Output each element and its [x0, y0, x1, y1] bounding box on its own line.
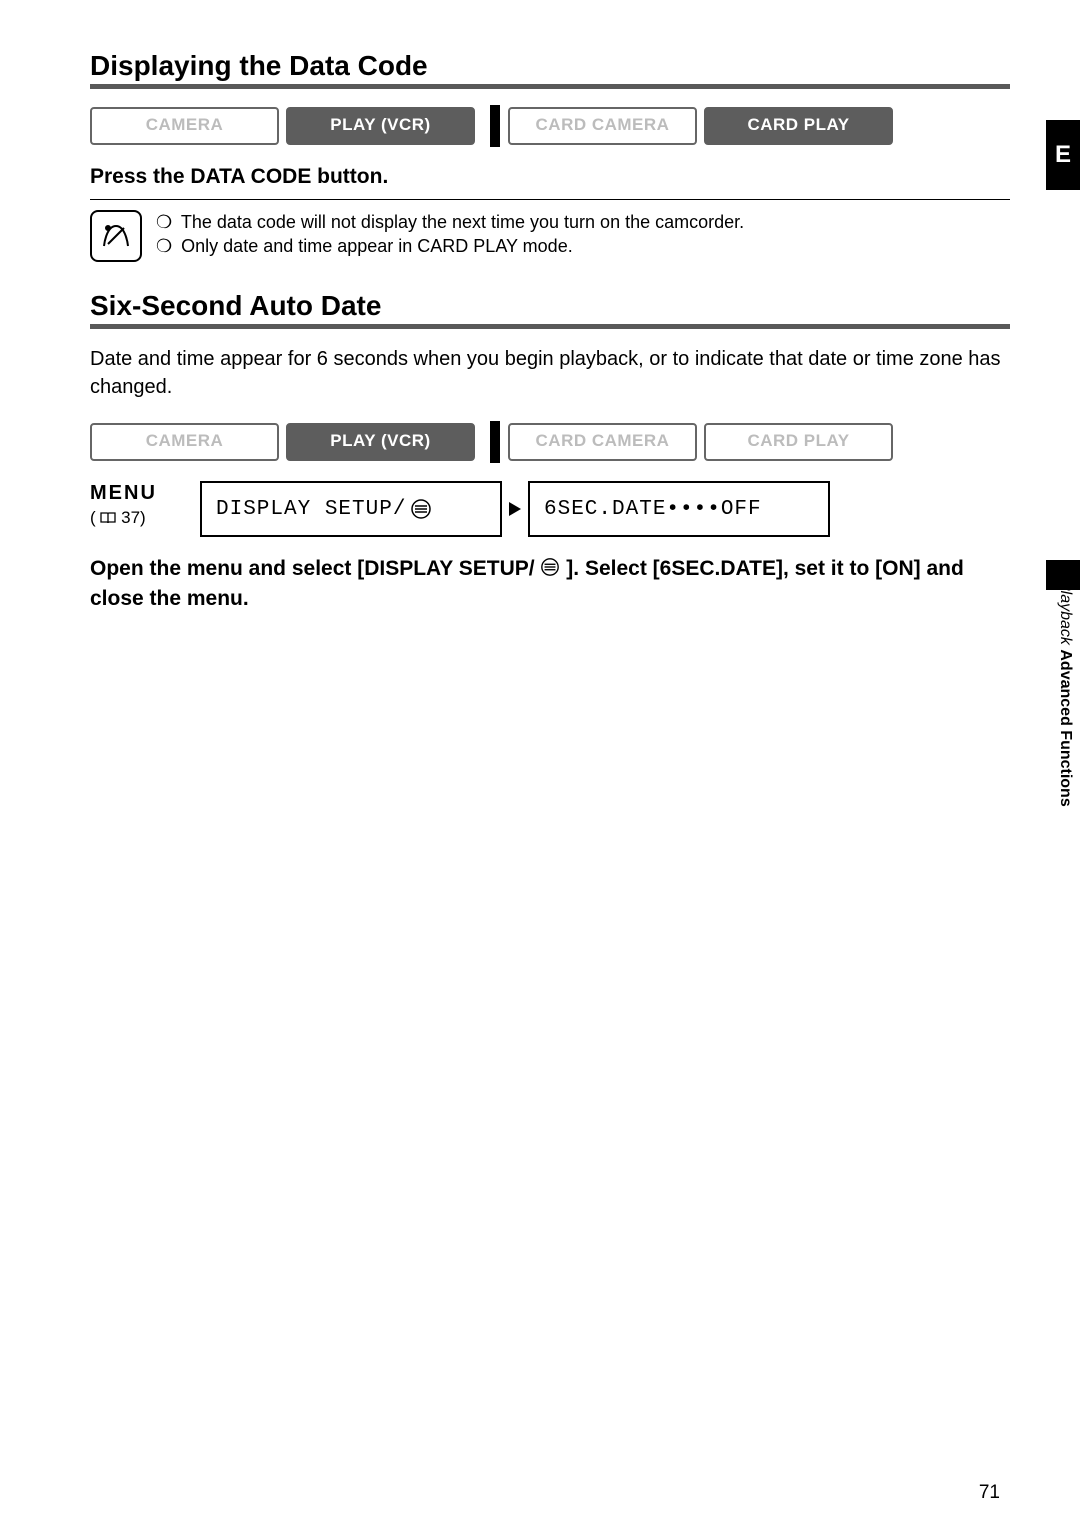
- menu-label: MENU ( 37): [90, 481, 200, 537]
- mode-separator: [490, 105, 500, 147]
- note-icon: [90, 210, 142, 262]
- menu-box-6sec-date: 6SEC.DATE••••OFF: [528, 481, 830, 537]
- thin-rule: [90, 199, 1010, 200]
- side-label-bold: Advanced Functions: [1057, 649, 1074, 806]
- menu-arrow-icon: [502, 481, 528, 537]
- mode-card-camera: CARD CAMERA: [508, 107, 697, 145]
- book-icon: [100, 511, 116, 525]
- instruction-press-data-code: Press the DATA CODE button.: [90, 165, 1010, 189]
- mode-play-vcr: PLAY (VCR): [286, 107, 475, 145]
- side-tab-label: E: [1055, 141, 1071, 169]
- note-block: ❍ The data code will not display the nex…: [90, 210, 1010, 262]
- menu-item-1-text: DISPLAY SETUP/: [216, 498, 406, 521]
- heading-rule-2: [90, 324, 1010, 329]
- note-1-text: The data code will not display the next …: [181, 212, 744, 232]
- section2-desc: Date and time appear for 6 seconds when …: [90, 345, 1010, 401]
- mode-separator-2: [490, 421, 500, 463]
- mode-camera: CAMERA: [90, 107, 279, 145]
- side-tab-e: E: [1046, 120, 1080, 190]
- heading-displaying-data-code: Displaying the Data Code: [90, 50, 1010, 82]
- menu-item-2-text: 6SEC.DATE••••OFF: [544, 498, 762, 521]
- mode-camera-2: CAMERA: [90, 423, 279, 461]
- display-setup-icon-inline: [540, 559, 566, 582]
- note-2-text: Only date and time appear in CARD PLAY m…: [181, 236, 573, 256]
- menu-box-display-setup: DISPLAY SETUP/: [200, 481, 502, 537]
- mode-card-camera-2: CARD CAMERA: [508, 423, 697, 461]
- heading-six-second-auto-date: Six-Second Auto Date: [90, 290, 1010, 322]
- heading-rule: [90, 84, 1010, 89]
- note-1: ❍ The data code will not display the nex…: [156, 210, 744, 234]
- mode-card-play-2: CARD PLAY: [704, 423, 893, 461]
- note-2: ❍ Only date and time appear in CARD PLAY…: [156, 234, 744, 258]
- menu-ref-number: 37: [121, 508, 140, 527]
- mode-card-play: CARD PLAY: [704, 107, 893, 145]
- menu-row: MENU ( 37) DISPLAY SETUP/: [90, 481, 1010, 537]
- mode-bar-1: CAMERA PLAY (VCR) CARD CAMERA CARD PLAY: [90, 105, 1010, 147]
- page-number: 71: [979, 1482, 1000, 1504]
- side-label: Playback Advanced Functions: [1056, 580, 1074, 807]
- display-setup-icon: [410, 498, 432, 520]
- note-list: ❍ The data code will not display the nex…: [156, 210, 744, 259]
- menu-word: MENU: [90, 482, 157, 504]
- mode-bar-2: CAMERA PLAY (VCR) CARD CAMERA CARD PLAY: [90, 421, 1010, 463]
- menu-ref: ( 37): [90, 508, 146, 527]
- instr2-a: Open the menu and select [DISPLAY SETUP/: [90, 557, 535, 580]
- side-label-italic: Playback: [1057, 580, 1074, 645]
- mode-play-vcr-2: PLAY (VCR): [286, 423, 475, 461]
- instruction-open-menu: Open the menu and select [DISPLAY SETUP/…: [90, 555, 1010, 614]
